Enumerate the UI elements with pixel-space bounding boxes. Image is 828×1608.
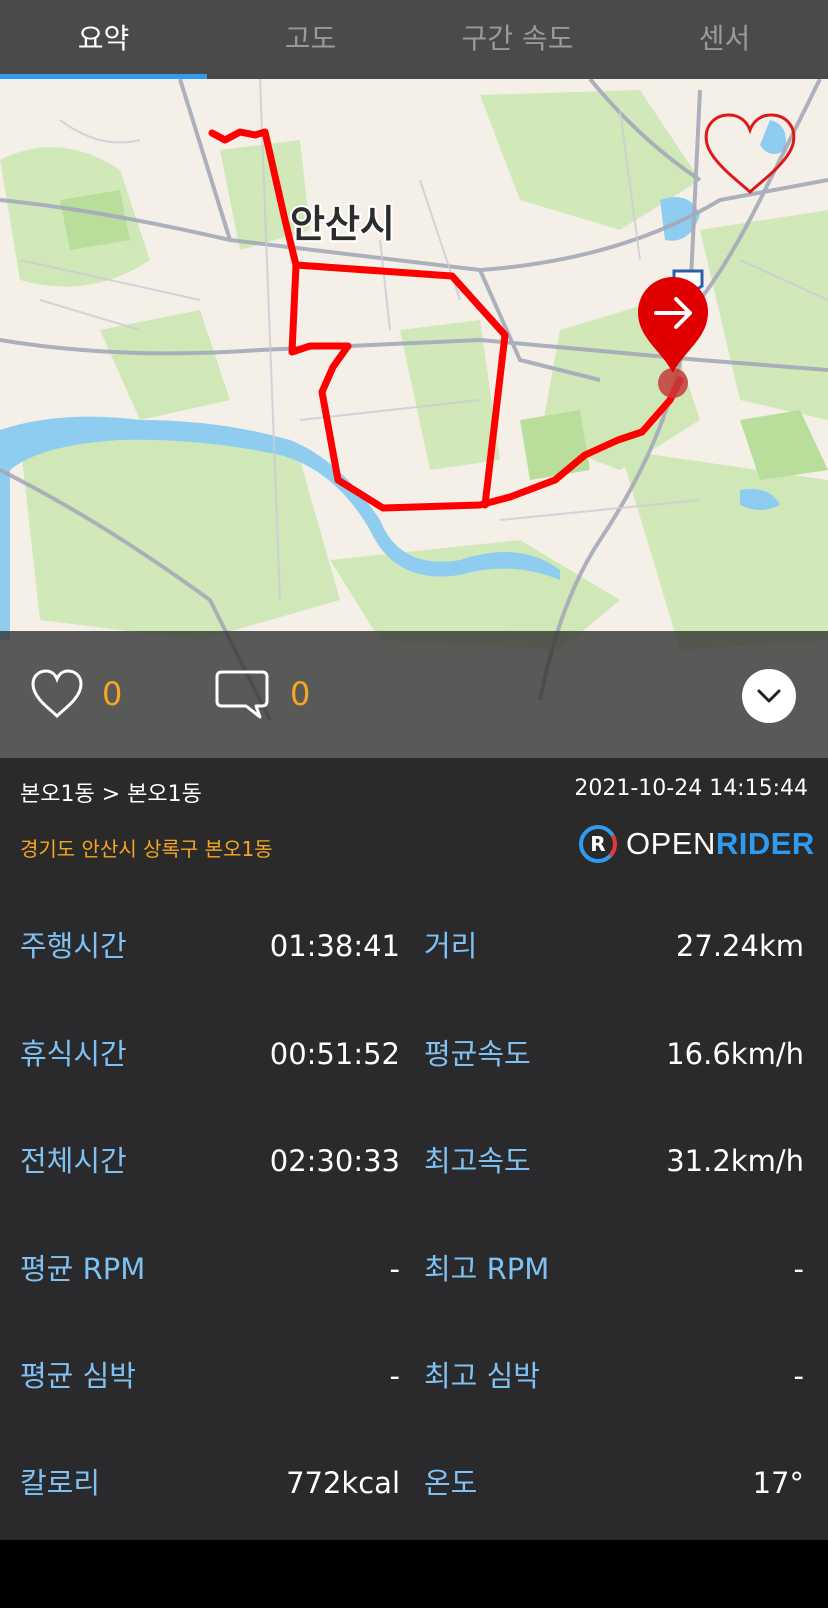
ride-stats-panel: 주행시간 01:38:41 거리 27.24km 휴식시간 00:51:52 평… [0,894,828,1540]
stat-label-total-time: 전체시간 [20,1144,127,1178]
openrider-logo: R OPENRIDER [578,824,815,864]
tab-elevation[interactable]: 고도 [207,0,414,79]
stat-label-avg-speed: 평균속도 [424,1037,531,1071]
tab-summary[interactable]: 요약 [0,0,207,79]
stat-value-avg-speed: 16.6km/h [666,1037,804,1071]
stat-value-temperature: 17° [752,1466,804,1500]
like-count: 0 [102,675,123,713]
stat-label-max-heart-rate: 최고 심박 [424,1359,540,1393]
stat-value-max-heart-rate: - [793,1359,804,1393]
stat-value-avg-heart-rate: - [389,1359,400,1393]
comment-count: 0 [290,675,311,713]
stat-label-avg-heart-rate: 평균 심박 [20,1359,136,1393]
stats-row: 칼로리 772kcal 온도 17° [0,1453,828,1513]
expand-button[interactable] [742,669,796,723]
ride-datetime: 2021-10-24 14:15:44 [574,776,808,801]
openrider-logo-icon: R [579,825,617,863]
stats-row: 평균 RPM - 최고 RPM - [0,1239,828,1299]
openrider-wordmark: OPENRIDER [626,826,815,861]
stat-value-total-time: 02:30:33 [269,1144,400,1178]
stats-row: 평균 심박 - 최고 심박 - [0,1346,828,1406]
ride-info-bar: 본오1동 > 본오1동 2021-10-24 14:15:44 경기도 안산시 … [0,758,828,894]
route-summary: 본오1동 > 본오1동 [20,782,202,807]
stat-label-distance: 거리 [424,929,478,963]
stat-label-max-speed: 최고속도 [424,1144,531,1178]
svg-text:R: R [590,832,605,856]
stats-row: 전체시간 02:30:33 최고속도 31.2km/h [0,1131,828,1191]
stat-label-max-rpm: 최고 RPM [424,1252,550,1286]
stat-value-riding-time: 01:38:41 [269,929,400,963]
stat-label-avg-rpm: 평균 RPM [20,1252,146,1286]
stat-value-avg-rpm: - [389,1252,400,1286]
stat-label-temperature: 온도 [424,1466,478,1500]
stat-label-riding-time: 주행시간 [20,929,127,963]
stat-label-rest-time: 휴식시간 [20,1037,127,1071]
ride-address: 경기도 안산시 상록구 본오1동 [20,837,273,861]
stat-value-max-speed: 31.2km/h [666,1144,804,1178]
stat-value-max-rpm: - [793,1252,804,1286]
stats-row: 주행시간 01:38:41 거리 27.24km [0,916,828,976]
chevron-down-icon [757,689,781,703]
like-heart-icon[interactable] [30,669,84,719]
map-city-label: 안산시 [290,202,395,246]
stat-value-rest-time: 00:51:52 [269,1037,400,1071]
stats-row: 휴식시간 00:51:52 평균속도 16.6km/h [0,1024,828,1084]
tab-sensor[interactable]: 센서 [621,0,828,79]
tab-segment-speed[interactable]: 구간 속도 [414,0,621,79]
stat-value-calories: 772kcal [286,1466,400,1500]
stat-label-calories: 칼로리 [20,1466,101,1500]
social-bar: 0 0 [0,631,828,758]
tab-bar: 요약 고도 구간 속도 센서 [0,0,828,79]
stat-value-distance: 27.24km [675,929,804,963]
comment-icon[interactable] [214,669,270,719]
